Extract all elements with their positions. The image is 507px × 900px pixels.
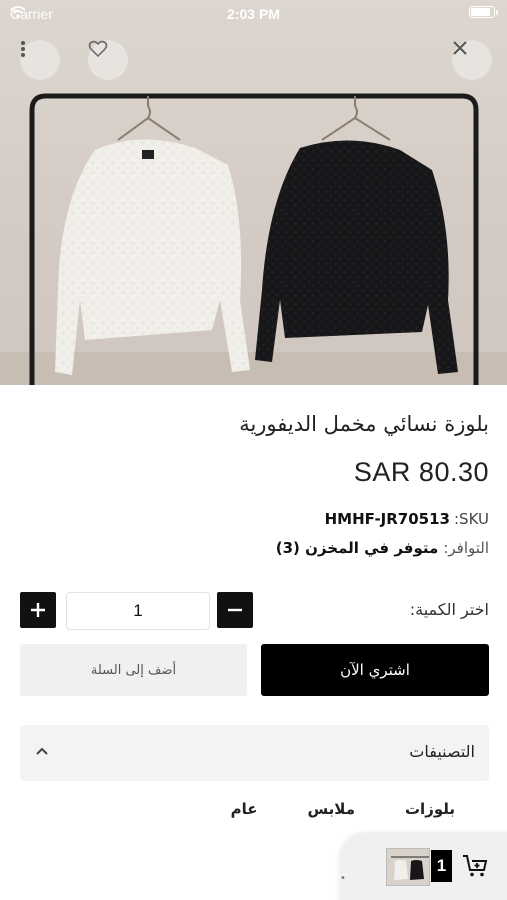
sku-row: HMHF-JR70513 :SKU <box>325 510 489 528</box>
sku-label: :SKU <box>454 510 489 528</box>
sku-value: HMHF-JR70513 <box>324 510 450 528</box>
cart-thumbnail-image <box>387 849 429 885</box>
close-button[interactable] <box>452 40 492 80</box>
status-bar: Carrier 2:03 PM <box>0 0 507 28</box>
categories-accordion[interactable]: التصنيفات <box>20 725 489 781</box>
more-vertical-icon <box>21 41 25 57</box>
availability-row: التوافر: متوفر في المخزن (3) <box>276 539 489 557</box>
battery-fill <box>471 8 490 16</box>
add-to-cart-button[interactable]: أضف إلى السلة <box>20 644 247 696</box>
chevron-up-icon <box>36 747 48 755</box>
add-to-cart-icon <box>463 855 488 877</box>
more-button[interactable] <box>20 40 60 80</box>
category-item[interactable]: عام <box>231 800 258 818</box>
status-time: 2:03 PM <box>227 6 280 22</box>
close-icon <box>453 41 467 55</box>
buy-now-button[interactable]: اشتري الآن <box>261 644 489 696</box>
category-item[interactable]: بلوزات <box>405 800 455 818</box>
minus-icon <box>228 608 242 612</box>
product-title: بلوزة نسائي مخمل الديفورية <box>239 412 489 436</box>
cart-count-badge: 1 <box>431 850 452 882</box>
favorite-button[interactable] <box>88 40 128 80</box>
quantity-increase-button[interactable] <box>20 592 56 628</box>
status-right <box>469 6 498 18</box>
categories-title: التصنيفات <box>409 742 475 761</box>
quantity-label: اختر الكمية: <box>409 600 489 619</box>
category-list: عام ملابس بلوزات <box>231 800 455 818</box>
cart-item-thumbnail <box>386 848 430 886</box>
availability-value: متوفر في المخزن (3) <box>275 539 439 557</box>
cart-dot: • <box>340 873 346 884</box>
availability-label: التوافر: <box>443 539 489 557</box>
product-image: Carrier 2:03 PM <box>0 0 507 385</box>
quantity-decrease-button[interactable] <box>217 592 253 628</box>
quantity-input[interactable] <box>66 592 210 630</box>
product-price: SAR 80.30 <box>353 457 489 487</box>
plus-icon <box>31 603 45 617</box>
battery-icon <box>469 6 498 18</box>
product-photo-illustration <box>0 93 507 385</box>
category-item[interactable]: ملابس <box>307 800 355 818</box>
heart-icon <box>88 40 108 58</box>
floating-cart[interactable]: • 1 <box>340 833 507 900</box>
